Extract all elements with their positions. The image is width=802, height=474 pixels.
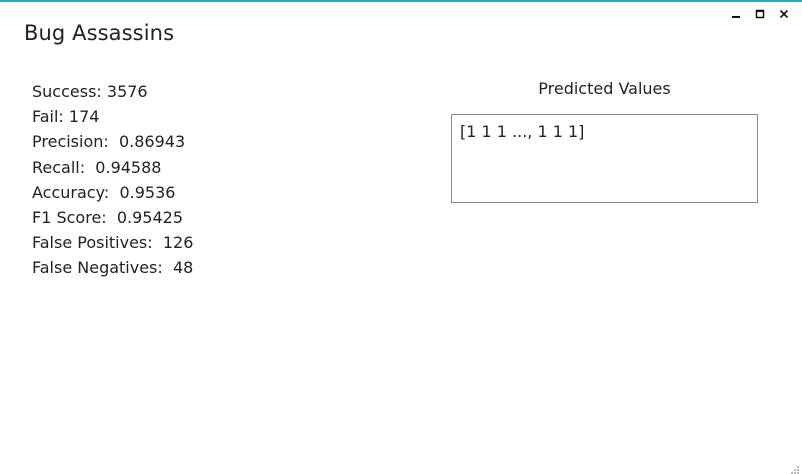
- maximize-icon: [755, 9, 765, 19]
- precision-value: Precision: 0.86943: [32, 132, 186, 152]
- success-count: Success: 3576: [32, 82, 148, 101]
- maximize-button[interactable]: [748, 5, 772, 23]
- predicted-values-textbox[interactable]: [1 1 1 ..., 1 1 1]: [451, 114, 758, 203]
- metrics-list: Success: 3576 Fail: 174 Precision: 0.869…: [32, 79, 193, 281]
- app-window: Bug Assassins Success: 3576 Fail: 174 Pr…: [0, 0, 802, 474]
- false-negatives-value: False Negatives: 48: [32, 258, 194, 278]
- resize-grip-icon[interactable]: [788, 460, 800, 474]
- close-button[interactable]: [772, 5, 796, 23]
- predicted-values-heading: Predicted Values: [538, 79, 671, 98]
- minimize-icon: [731, 9, 741, 19]
- minimize-button[interactable]: [724, 5, 748, 23]
- accuracy-value: Accuracy: 0.9536: [32, 182, 176, 202]
- recall-value: Recall: 0.94588: [32, 157, 162, 177]
- fail-count: Fail: 174: [32, 107, 100, 127]
- f1-score-value: F1 Score: 0.95425: [32, 208, 184, 228]
- false-positives-value: False Positives: 126: [32, 233, 194, 253]
- close-icon: [779, 9, 789, 19]
- window-controls: [724, 5, 796, 23]
- window-title: Bug Assassins: [24, 21, 175, 45]
